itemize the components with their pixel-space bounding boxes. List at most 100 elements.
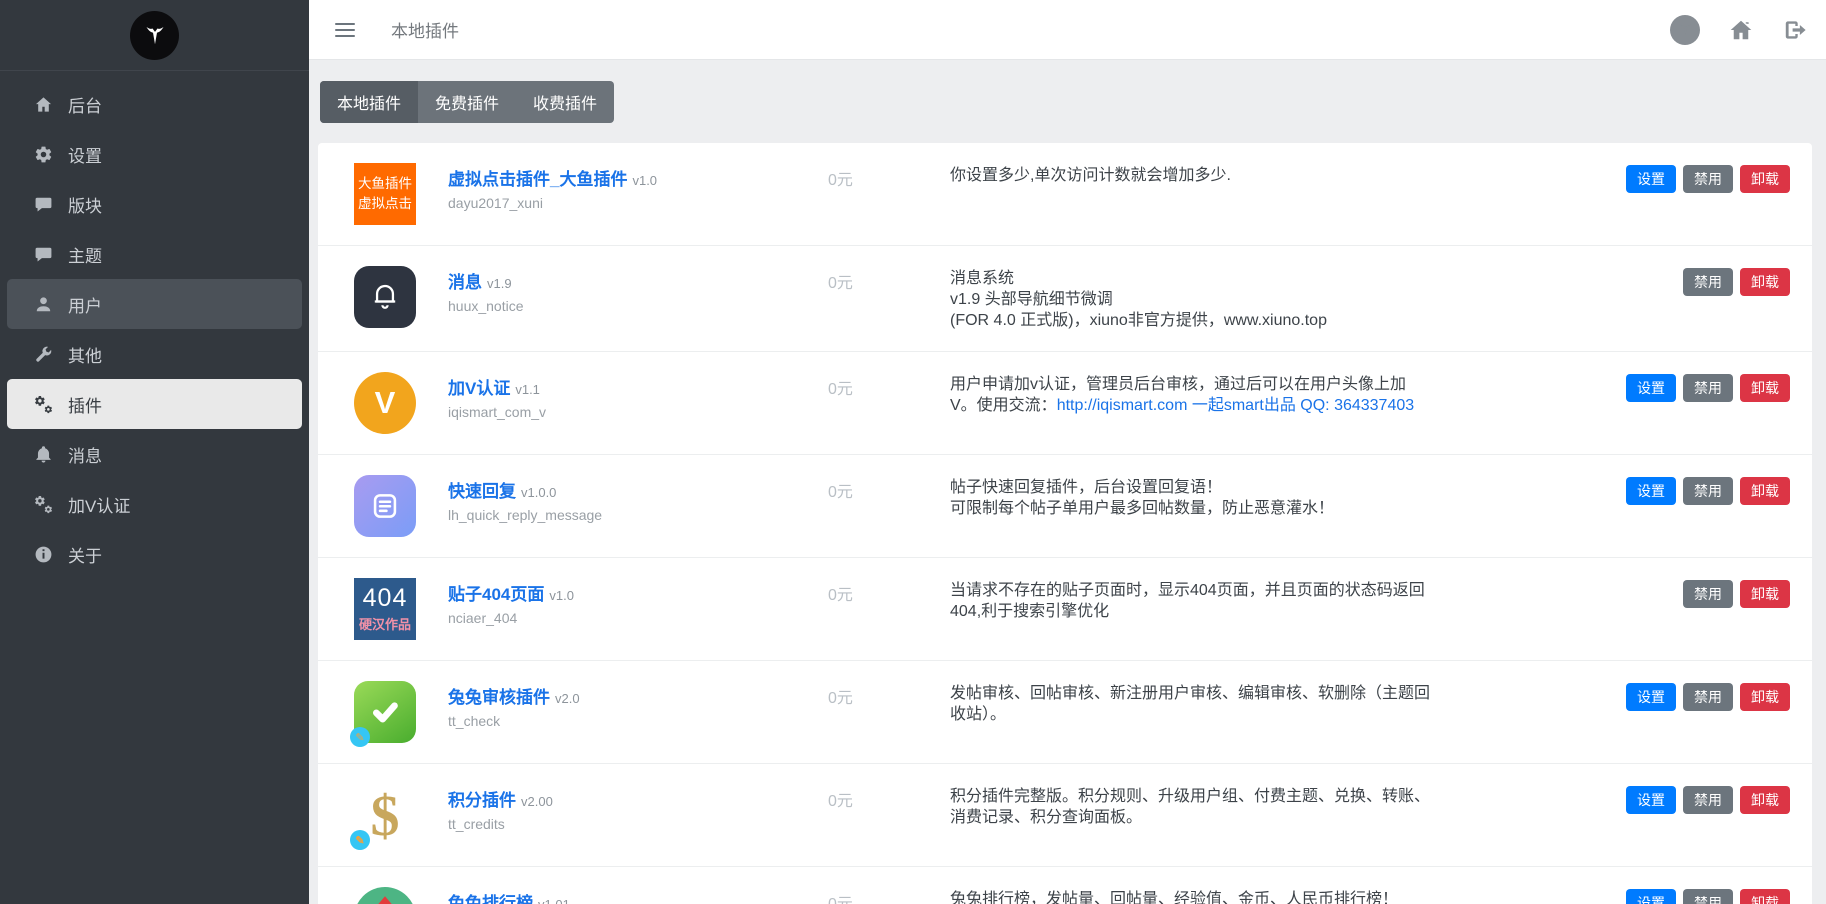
plugin-uninstall-button[interactable]: 卸载 [1740,889,1790,904]
main-area: 本地插件 本地插件 免费插件 收费插件 [309,0,1826,904]
sidebar-item-threads[interactable]: 主题 [7,229,302,279]
xiuno-logo-icon [130,11,179,60]
page-title: 本地插件 [391,17,459,42]
topbar: 本地插件 [309,0,1826,60]
edit-badge-icon: ✎ [350,727,370,747]
comment-icon [33,244,53,264]
plugin-row: 大鱼插件 虚拟点击 虚拟点击插件_大鱼插件v1.0 dayu2017_xuni … [318,143,1812,245]
plugin-row: $ ✎ 积分插件v2.00 tt_credits 0元 积分插件完整版。积分规则… [318,763,1812,866]
plugin-id: dayu2017_xuni [448,195,808,211]
sidebar-item-dashboard[interactable]: 后台 [7,79,302,129]
sidebar-item-v-verify[interactable]: 加V认证 [7,479,302,529]
sidebar-item-users[interactable]: 用户 [7,279,302,329]
sidebar-item-label: 插件 [68,392,102,417]
cogs-icon [33,394,53,414]
plugin-disable-button[interactable]: 禁用 [1683,683,1733,711]
plugin-name-link[interactable]: 加V认证 [448,379,510,398]
plugin-actions: 设置 禁用 卸载 [1626,681,1790,711]
plugin-actions: 禁用 卸载 [1683,266,1790,296]
plugin-uninstall-button[interactable]: 卸载 [1740,683,1790,711]
plugin-version: v1.9 [487,276,512,291]
wrench-icon [33,344,53,364]
sidebar-item-label: 后台 [68,92,102,117]
plugin-name-link[interactable]: 消息 [448,273,482,292]
xiuno-site-icon[interactable] [1670,15,1700,45]
plugin-actions: 设置 禁用 卸载 [1626,887,1790,904]
tab-paid-plugins[interactable]: 收费插件 [516,81,614,123]
sidebar-item-about[interactable]: 关于 [7,529,302,579]
plugin-settings-button[interactable]: 设置 [1626,374,1676,402]
plugin-description: 用户申请加v认证，管理员后台审核，通过后可以在用户头像上加 V。使用交流：htt… [950,372,1550,416]
menu-toggle-icon[interactable] [335,23,355,37]
sidebar-item-forums[interactable]: 版块 [7,179,302,229]
plugin-disable-button[interactable]: 禁用 [1683,889,1733,904]
plugin-name-link[interactable]: 兔兔排行榜 [448,894,533,904]
plugin-uninstall-button[interactable]: 卸载 [1740,786,1790,814]
home-icon [33,94,53,114]
plugin-disable-button[interactable]: 禁用 [1683,477,1733,505]
sidebar-item-plugins[interactable]: 插件 [7,379,302,429]
plugin-description: 你设置多少,单次访问计数就会增加多少. [950,163,1550,186]
plugin-uninstall-button[interactable]: 卸载 [1740,165,1790,193]
home-icon[interactable] [1728,17,1754,43]
plugin-support-link[interactable]: http://iqismart.com 一起smart出品 QQ: 364337… [1057,397,1414,414]
sidebar-item-other[interactable]: 其他 [7,329,302,379]
plugin-uninstall-button[interactable]: 卸载 [1740,477,1790,505]
plugin-name-link[interactable]: 兔兔审核插件 [448,688,550,707]
plugin-settings-button[interactable]: 设置 [1626,165,1676,193]
plugin-icon-ranklist: ★ [354,887,416,904]
plugin-row: ✎ 兔兔审核插件v2.0 tt_check 0元 发帖审核、回帖审核、新注册用户… [318,660,1812,763]
plugin-disable-button[interactable]: 禁用 [1683,268,1733,296]
plugin-settings-button[interactable]: 设置 [1626,683,1676,711]
plugin-id: tt_credits [448,816,808,832]
plugin-actions: 设置 禁用 卸载 [1626,372,1790,402]
plugin-price: 0元 [808,784,938,811]
plugin-description: 消息系统 v1.9 头部导航细节微调 (FOR 4.0 正式版)，xiuno非官… [950,266,1550,331]
sidebar-item-label: 加V认证 [68,492,130,517]
topbar-actions [1670,15,1808,45]
plugin-description: 发帖审核、回帖审核、新注册用户审核、编辑审核、软删除（主题回 收站）。 [950,681,1550,725]
sidebar-item-messages[interactable]: 消息 [7,429,302,479]
plugin-disable-button[interactable]: 禁用 [1683,786,1733,814]
plugin-list: 大鱼插件 虚拟点击 虚拟点击插件_大鱼插件v1.0 dayu2017_xuni … [318,143,1812,904]
plugin-name-link[interactable]: 贴子404页面 [448,585,544,604]
plugin-settings-button[interactable]: 设置 [1626,786,1676,814]
plugin-price: 0元 [808,372,938,399]
plugin-uninstall-button[interactable]: 卸载 [1740,268,1790,296]
tab-free-plugins[interactable]: 免费插件 [418,81,516,123]
plugin-name-link[interactable]: 虚拟点击插件_大鱼插件 [448,170,627,189]
plugin-version: v1.1 [515,382,540,397]
plugin-icon-dollar: $ ✎ [354,784,416,846]
plugin-name-link[interactable]: 积分插件 [448,791,516,810]
sidebar-item-settings[interactable]: 设置 [7,129,302,179]
plugin-description: 帖子快速回复插件，后台设置回复语！ 可限制每个帖子单用户最多回帖数量，防止恶意灌… [950,475,1550,519]
plugin-id: huux_notice [448,298,808,314]
plugin-name-link[interactable]: 快速回复 [448,482,516,501]
plugin-description: 积分插件完整版。积分规则、升级用户组、付费主题、兑换、转账、 消费记录、积分查询… [950,784,1550,828]
comment-icon [33,194,53,214]
tab-local-plugins[interactable]: 本地插件 [320,81,418,123]
edit-badge-icon: ✎ [350,830,370,850]
plugin-uninstall-button[interactable]: 卸载 [1740,580,1790,608]
sidebar-item-label: 用户 [68,292,102,317]
plugin-id: tt_check [448,713,808,729]
bell-icon [33,444,53,464]
sidebar-item-label: 设置 [68,142,102,167]
info-icon [33,544,53,564]
plugin-settings-button[interactable]: 设置 [1626,889,1676,904]
plugin-disable-button[interactable]: 禁用 [1683,374,1733,402]
plugin-actions: 设置 禁用 卸载 [1626,163,1790,193]
plugin-icon-v-badge: V [354,372,416,434]
plugin-disable-button[interactable]: 禁用 [1683,165,1733,193]
plugin-settings-button[interactable]: 设置 [1626,477,1676,505]
plugin-version: v1.01 [538,897,570,904]
plugin-uninstall-button[interactable]: 卸载 [1740,374,1790,402]
user-icon [33,294,53,314]
plugin-icon-bell [354,266,416,328]
sidebar-logo-area [0,0,309,71]
sign-out-icon[interactable] [1782,17,1808,43]
plugin-disable-button[interactable]: 禁用 [1683,580,1733,608]
plugin-price: 0元 [808,887,938,904]
plugin-id: iqismart_com_v [448,404,808,420]
plugin-icon-check: ✎ [354,681,416,743]
